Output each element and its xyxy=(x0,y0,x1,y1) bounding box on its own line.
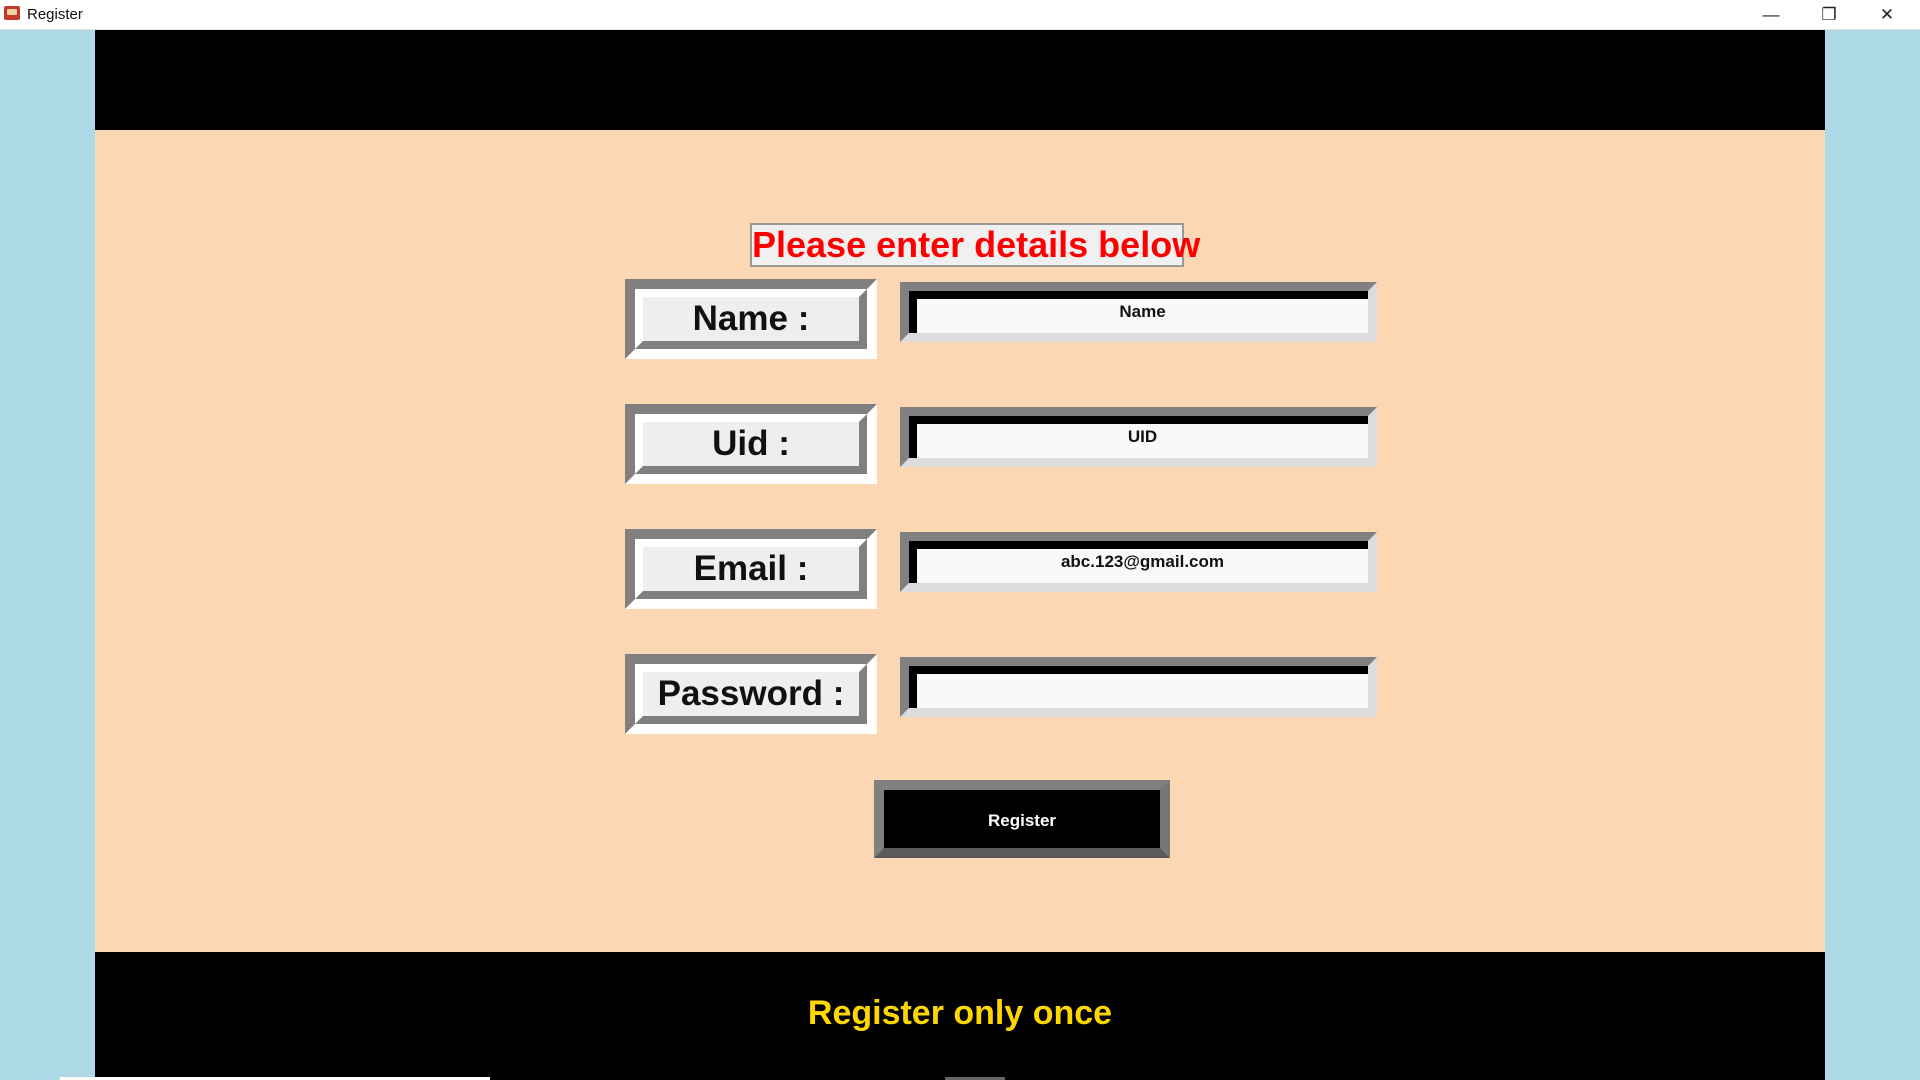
restore-icon: ❐ xyxy=(1821,4,1837,24)
restore-button[interactable]: ❐ xyxy=(1800,0,1858,29)
title-bar: Register — ❐ ✕ xyxy=(0,0,1920,30)
password-label-box: Password : xyxy=(625,654,877,734)
email-field-frame xyxy=(900,532,1377,592)
form-heading: Please enter details below xyxy=(750,223,1201,267)
email-label-box: Email : xyxy=(625,529,877,609)
password-field[interactable] xyxy=(909,666,1368,708)
close-button[interactable]: ✕ xyxy=(1858,0,1916,29)
register-button[interactable]: Register xyxy=(874,780,1170,858)
left-gutter xyxy=(0,30,95,1080)
email-field[interactable] xyxy=(909,541,1368,583)
close-icon: ✕ xyxy=(1879,4,1895,24)
register-window: Register — ❐ ✕ Please enter details belo… xyxy=(0,0,1920,1080)
right-gutter xyxy=(1825,30,1920,1080)
uid-field-frame xyxy=(900,407,1377,467)
register-button-label: Register xyxy=(987,811,1057,830)
footer-message: Register only once xyxy=(807,994,1113,1032)
password-field-frame xyxy=(900,657,1377,717)
password-label: Password : xyxy=(635,664,867,724)
footer-band: Register only once xyxy=(95,952,1825,1080)
email-label: Email : xyxy=(635,539,867,599)
minimize-button[interactable]: — xyxy=(1742,0,1800,29)
window-title: Register xyxy=(27,6,83,23)
minimize-icon: — xyxy=(1762,4,1780,24)
uid-field[interactable] xyxy=(909,416,1368,458)
uid-label-box: Uid : xyxy=(625,404,877,484)
app-icon xyxy=(4,6,20,20)
uid-label: Uid : xyxy=(635,414,867,474)
name-label-box: Name : xyxy=(625,279,877,359)
name-field[interactable] xyxy=(909,291,1368,333)
header-band xyxy=(95,30,1825,130)
name-field-frame xyxy=(900,282,1377,342)
name-label: Name : xyxy=(635,289,867,349)
